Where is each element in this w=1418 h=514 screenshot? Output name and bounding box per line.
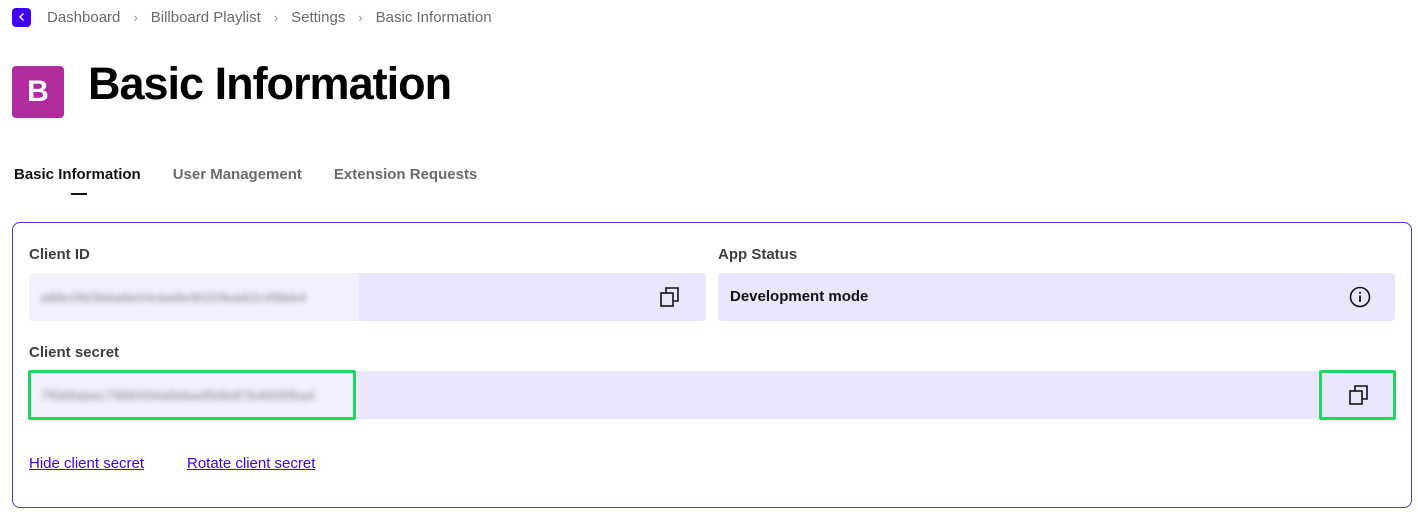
breadcrumb-billboard-playlist[interactable]: Billboard Playlist xyxy=(151,9,261,26)
breadcrumb-settings[interactable]: Settings xyxy=(291,9,345,26)
breadcrumb-basic-information: Basic Information xyxy=(375,8,492,26)
app-avatar: B xyxy=(12,66,64,118)
breadcrumb: Dashboard › Billboard Playlist › Setting… xyxy=(12,7,492,27)
hide-client-secret-link[interactable]: Hide client secret xyxy=(29,455,144,472)
tab-user-management[interactable]: User Management xyxy=(173,166,302,183)
client-secret-label: Client secret xyxy=(29,344,120,361)
rotate-client-secret-link[interactable]: Rotate client secret xyxy=(187,455,315,472)
info-icon[interactable] xyxy=(1349,286,1371,308)
chevron-left-icon xyxy=(18,13,24,21)
breadcrumb-dashboard[interactable]: Dashboard xyxy=(47,9,120,26)
chevron-right-icon: › xyxy=(358,9,363,25)
tab-basic-information[interactable]: Basic Information xyxy=(14,166,141,195)
copy-icon xyxy=(660,287,679,307)
copy-secret-highlight xyxy=(1319,370,1396,420)
app-status-value: Development mode xyxy=(730,288,869,305)
client-id-field: a88c0fd3b6a9e04cbe8e9020fea92c4f6bb4 xyxy=(29,273,706,321)
app-status-field: Development mode xyxy=(718,273,1395,321)
app-status-label: App Status xyxy=(718,246,798,263)
back-button[interactable] xyxy=(12,7,31,27)
tab-bar: Basic Information User Management Extens… xyxy=(14,166,509,195)
basic-info-card: Client ID a88c0fd3b6a9e04cbe8e9020fea92c… xyxy=(12,222,1412,508)
client-id-label: Client ID xyxy=(29,246,90,263)
client-secret-value-highlight xyxy=(28,370,356,420)
chevron-right-icon: › xyxy=(273,9,279,25)
client-id-value-container: a88c0fd3b6a9e04cbe8e9020fea92c4f6bb4 xyxy=(29,273,359,321)
tab-extension-requests[interactable]: Extension Requests xyxy=(334,166,477,183)
client-id-value[interactable]: a88c0fd3b6a9e04cbe8e9020fea92c4f6bb4 xyxy=(41,290,306,305)
page-title: Basic Information xyxy=(88,58,452,109)
copy-client-id-button[interactable] xyxy=(655,282,685,312)
chevron-right-icon: › xyxy=(133,9,138,25)
